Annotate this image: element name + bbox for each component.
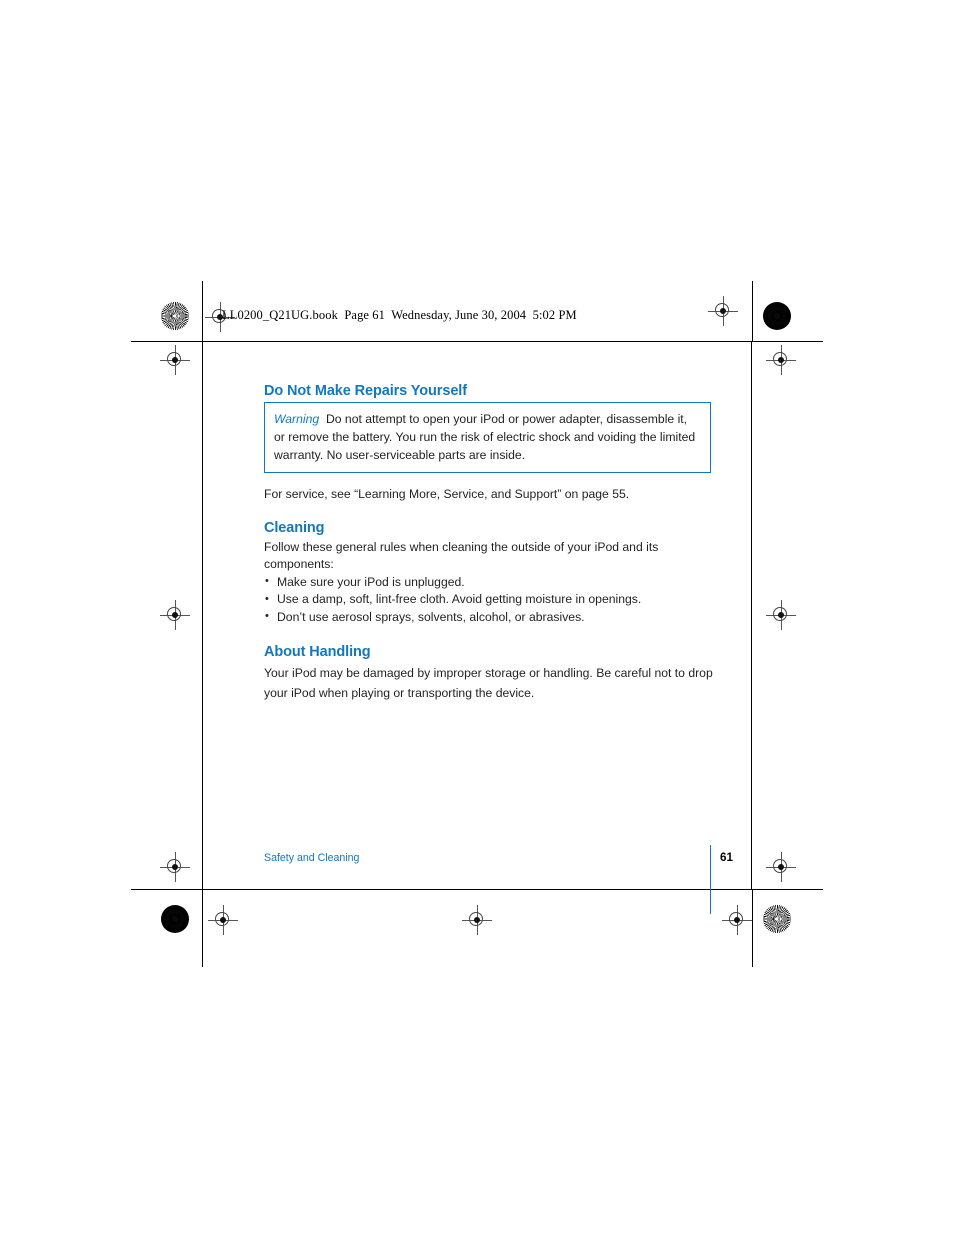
about-handling-paragraph: Your iPod may be damaged by improper sto…: [264, 666, 713, 700]
dense-registration-mark-bottom-left: [161, 905, 189, 933]
page-content: Do Not Make Repairs Yourself Warning Do …: [264, 383, 714, 703]
starburst-registration-mark-top-left: [161, 302, 189, 330]
crosshair-target-mark-left-upper: [160, 345, 190, 375]
crosshair-target-mark-right-lower: [766, 852, 796, 882]
crop-line-right-top: [752, 281, 753, 341]
screenshot-root: LL0200_Q21UG.book Page 61 Wednesday, Jun…: [0, 0, 954, 1235]
crop-line-right-bottom: [752, 889, 753, 967]
list-item: Make sure your iPod is unplugged.: [264, 573, 714, 592]
dense-registration-mark-top-right: [763, 302, 791, 330]
crosshair-target-mark-bottom-left: [208, 905, 238, 935]
warning-spacer: [319, 412, 326, 426]
crosshair-target-mark-right-middle: [766, 600, 796, 630]
crosshair-target-mark-top-right: [708, 296, 738, 326]
footer-divider-rule: [710, 845, 711, 914]
print-header-text: LL0200_Q21UG.book Page 61 Wednesday, Jun…: [222, 308, 577, 322]
heading-do-not-make-repairs: Do Not Make Repairs Yourself: [264, 383, 467, 399]
crop-line-top-right: [752, 341, 823, 342]
warning-paragraph: Warning Do not attempt to open your iPod…: [274, 410, 701, 464]
page-footer: Safety and Cleaning 61: [264, 845, 733, 914]
list-item: Don’t use aerosol sprays, solvents, alco…: [264, 608, 714, 627]
crosshair-target-mark-bottom-right: [722, 905, 752, 935]
footer-chapter-name: Safety and Cleaning: [264, 852, 360, 864]
crosshair-target-mark-left-middle: [160, 600, 190, 630]
crop-line-left-bottom: [202, 889, 203, 967]
cleaning-intro-line: Follow these general rules when cleaning…: [264, 539, 659, 572]
warning-callout-box: Warning Do not attempt to open your iPod…: [264, 402, 711, 473]
footer-page-number: 61: [720, 851, 733, 864]
warning-body-text: Do not attempt to open your iPod or powe…: [274, 412, 696, 462]
crop-line-left-top: [202, 281, 203, 341]
cleaning-bullet-list: Make sure your iPod is unplugged. Use a …: [264, 573, 714, 627]
crop-line-bottom-left: [131, 889, 202, 890]
crosshair-target-mark-bottom-center: [462, 905, 492, 935]
service-reference-line: For service, see “Learning More, Service…: [264, 487, 630, 501]
warning-label: Warning: [274, 412, 320, 426]
crop-line-top-left: [131, 341, 202, 342]
crosshair-target-mark-right-upper: [766, 345, 796, 375]
crosshair-target-mark-left-lower: [160, 852, 190, 882]
heading-cleaning: Cleaning: [264, 519, 325, 536]
about-handling-section: About Handling Your iPod may be damaged …: [264, 644, 714, 703]
document-page: Do Not Make Repairs Yourself Warning Do …: [202, 341, 752, 914]
crop-line-bottom-right: [752, 889, 823, 890]
heading-about-handling: About Handling: [264, 644, 371, 660]
list-item: Use a damp, soft, lint-free cloth. Avoid…: [264, 591, 714, 609]
starburst-registration-mark-bottom-right: [763, 905, 791, 933]
